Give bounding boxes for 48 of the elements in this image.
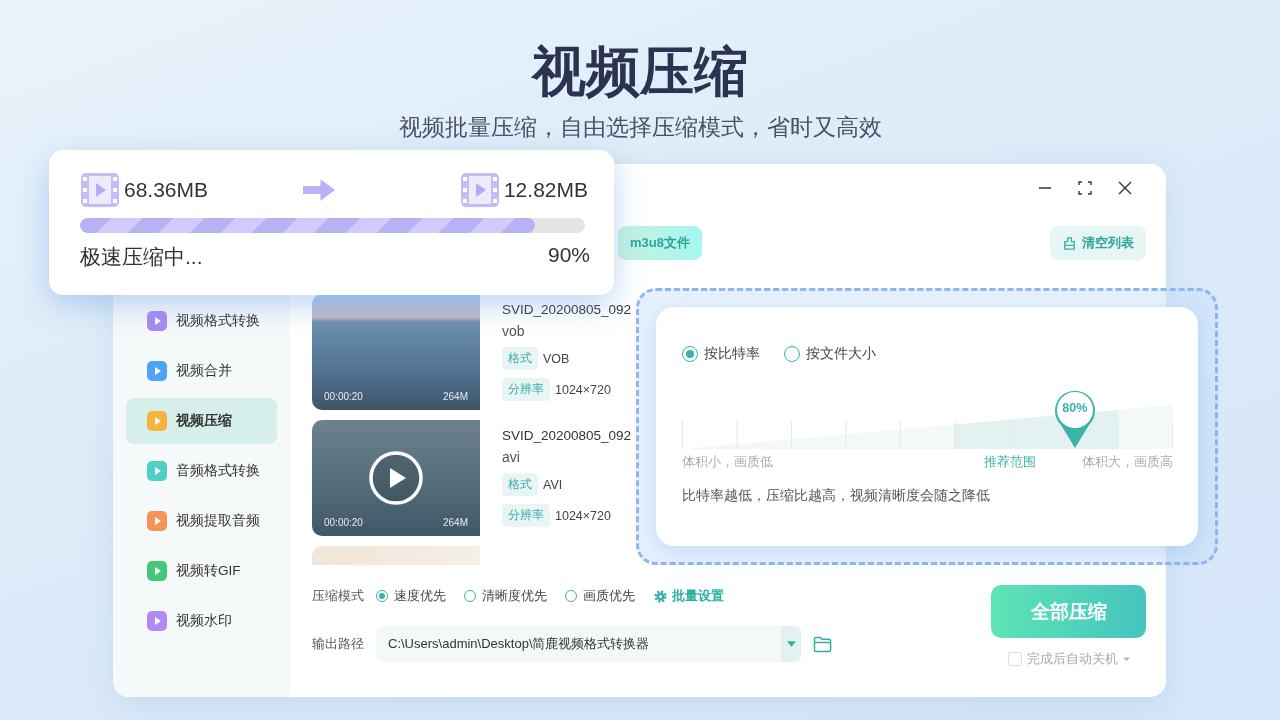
mode-radio[interactable]: 按文件大小: [784, 345, 876, 363]
resolution-tag: 分辨率: [502, 378, 550, 401]
format-tag: 格式: [502, 347, 538, 370]
video-thumbnail[interactable]: 00:00:20 264M: [312, 294, 480, 410]
folder-icon[interactable]: [813, 635, 832, 653]
maximize-icon[interactable]: [1078, 181, 1092, 195]
broom-icon: [1062, 235, 1077, 251]
resolution-value: 1024×720: [555, 382, 611, 397]
play-button-icon[interactable]: [369, 451, 423, 505]
file-name: SVID_20200805_092: [502, 428, 632, 443]
sidebar-item[interactable]: 视频提取音频: [126, 498, 277, 544]
mode-radio[interactable]: 按比特率: [682, 345, 760, 363]
sidebar-item[interactable]: 音频格式转换: [126, 448, 277, 494]
settings-icon: [653, 588, 668, 604]
format-tag: 格式: [502, 473, 538, 496]
hero-subtitle: 视频批量压缩，自由选择压缩模式，省时又高效: [397, 113, 883, 142]
sidebar-item[interactable]: 视频合并: [126, 348, 277, 394]
compress-mode-label: 压缩模式: [312, 587, 364, 605]
bitrate-note: 比特率越低，压缩比越高，视频清晰度会随之降低: [682, 487, 991, 505]
hero-title: 视频压缩: [530, 40, 749, 103]
format-value: AVI: [543, 477, 563, 492]
slider-max-label: 体积大，画质高: [1082, 453, 1173, 471]
mode-radio[interactable]: 画质优先: [565, 587, 635, 605]
video-file-icon: [80, 172, 120, 208]
arrow-right-icon: [302, 178, 336, 202]
progress-percent: 90%: [547, 243, 590, 268]
format-value: VOB: [543, 351, 570, 366]
resolution-tag: 分辨率: [502, 504, 550, 527]
video-thumbnail[interactable]: 00:00:20 264M: [312, 420, 480, 536]
sidebar-item[interactable]: 视频格式转换: [126, 298, 277, 344]
source-size: 68.36MB: [124, 178, 209, 202]
file-name: SVID_20200805_092: [502, 302, 632, 317]
slider-min-label: 体积小，画质低: [682, 453, 774, 471]
sidebar-item[interactable]: 视频转GIF: [126, 548, 277, 594]
resolution-value: 1024×720: [555, 508, 611, 523]
output-path-field[interactable]: C:\Users\admin\Desktop\简鹿视频格式转换器: [376, 626, 801, 662]
output-path-label: 输出路径: [312, 635, 364, 653]
recommended-range-label: 推荐范围: [984, 453, 1036, 471]
progress-status: 极速压缩中...: [80, 244, 203, 270]
mode-radio[interactable]: 清晰度优先: [464, 587, 547, 605]
file-extension: vob: [502, 323, 526, 339]
sidebar-item[interactable]: 视频水印: [126, 598, 277, 644]
sidebar-item[interactable]: 视频压缩: [126, 398, 277, 444]
file-extension: avi: [502, 449, 521, 465]
video-file-icon: [459, 172, 500, 208]
close-icon[interactable]: [1118, 181, 1132, 195]
target-size: 12.82MB: [503, 178, 588, 202]
mode-radio[interactable]: 速度优先: [376, 587, 446, 605]
